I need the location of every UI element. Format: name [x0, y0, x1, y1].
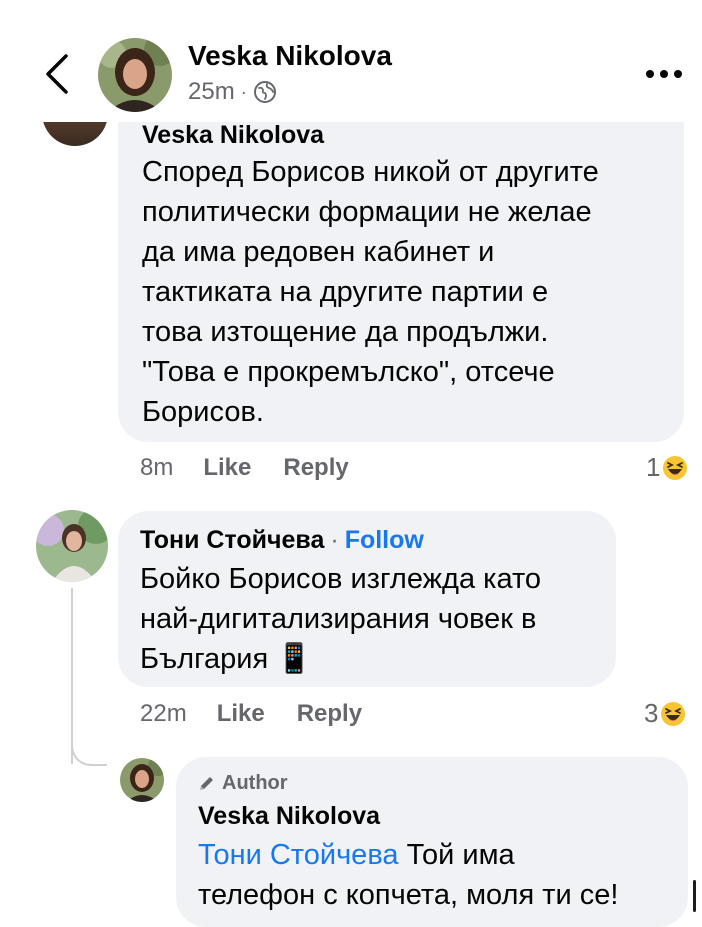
comment-actions: 8m Like Reply: [140, 454, 381, 482]
avatar[interactable]: [120, 758, 164, 802]
comment-line: Бойко Борисов изглежда като: [140, 563, 542, 595]
back-button[interactable]: [38, 52, 78, 96]
comment-text: Тони Стойчева Той има телефон с копчета,…: [198, 835, 668, 915]
globe-icon: [253, 81, 276, 103]
thread-connector: [71, 740, 107, 766]
comment-author[interactable]: Veska Nikolova: [198, 801, 668, 831]
comment-line: най-дигитализирания човек в: [140, 603, 537, 635]
comment-bubble: Тони Стойчева · Follow Бойко Борисов изгле…: [118, 511, 616, 687]
more-horizontal-icon: [646, 70, 682, 78]
comment-line: Тони Стойчева Той има: [198, 835, 668, 875]
avatar[interactable]: [36, 510, 108, 582]
like-button[interactable]: Like: [217, 700, 265, 728]
thread-line: [71, 588, 73, 764]
page-title[interactable]: Veska Nikolova: [188, 40, 392, 72]
haha-icon: [661, 701, 686, 726]
reaction-count: 3: [644, 698, 659, 728]
like-button[interactable]: Like: [203, 454, 251, 482]
author-badge-label: Author: [222, 771, 288, 794]
separator: ·: [330, 526, 339, 554]
pen-icon: [200, 777, 213, 790]
comment-text: Според Борисов никой от другите политиче…: [142, 152, 660, 432]
comment-line: тактиката на другите партии е: [142, 276, 549, 308]
comment-line: да има редовен кабинет и: [142, 236, 495, 268]
post-time[interactable]: 25m: [188, 78, 235, 106]
post-header: Veska Nikolova 25m ·: [0, 0, 702, 122]
comment-time[interactable]: 8m: [140, 454, 173, 482]
comment-header: Тони Стойчева · Follow: [140, 525, 594, 555]
comment-line: телефон с копчета, моля ти се!: [198, 879, 619, 911]
comment-line: политически формации не желае: [142, 196, 592, 228]
comment-line: това изтощение да продължи.: [142, 316, 549, 348]
reply-button[interactable]: Reply: [283, 454, 348, 482]
reaction-summary[interactable]: 3: [644, 698, 686, 729]
scrollbar[interactable]: [693, 880, 696, 912]
profile-photo-icon: [120, 758, 164, 802]
comment-line-rest: Той има: [398, 839, 515, 871]
profile-photo-icon: [36, 510, 108, 582]
comment-text: Бойко Борисов изглежда като най-дигитали…: [140, 559, 594, 679]
comment-line: България 📱: [140, 643, 313, 675]
post-meta: 25m ·: [188, 78, 277, 106]
haha-icon: [663, 455, 688, 480]
profile-photo-icon: [98, 38, 172, 112]
reaction-count: 1: [646, 452, 661, 482]
comment-line: "Това е прокремълско", отсече: [142, 356, 555, 388]
follow-button[interactable]: Follow: [345, 526, 424, 554]
mention-link[interactable]: Тони Стойчева: [198, 839, 399, 871]
comment-actions: 22m Like Reply: [140, 700, 394, 728]
comment-time[interactable]: 22m: [140, 700, 187, 728]
comment-line: Според Борисов никой от другите: [142, 156, 599, 188]
comment-author[interactable]: Veska Nikolova: [142, 120, 660, 150]
author-badge: Author: [198, 769, 668, 797]
comment-author[interactable]: Тони Стойчева: [140, 526, 324, 554]
avatar[interactable]: [98, 38, 172, 112]
reaction-summary[interactable]: 1: [646, 452, 688, 483]
comment-line: Борисов.: [142, 396, 264, 428]
chevron-left-icon: [46, 54, 68, 94]
more-options-button[interactable]: [642, 54, 686, 94]
meta-separator: ·: [240, 81, 247, 102]
reply-button[interactable]: Reply: [297, 700, 362, 728]
comment-bubble: Author Veska Nikolova Тони Стойчева Той …: [176, 757, 688, 927]
comment-bubble: Veska Nikolova Според Борисов никой от д…: [118, 96, 684, 442]
